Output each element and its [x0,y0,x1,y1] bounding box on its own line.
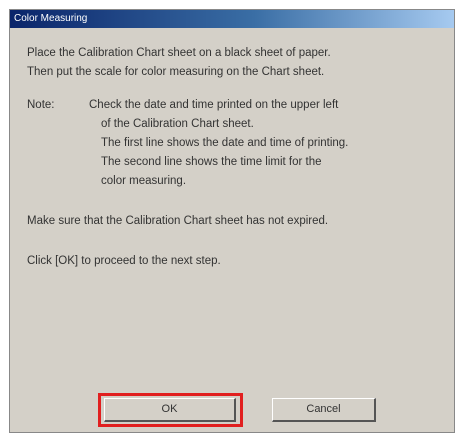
note-line-2: of the Calibration Chart sheet. [101,118,254,130]
instruction-line-1: Place the Calibration Chart sheet on a b… [27,47,331,59]
cancel-button[interactable]: Cancel [272,398,376,422]
note-block: Note: Check the date and time printed on… [27,96,444,191]
instruction-line-2: Then put the scale for color measuring o… [27,66,325,78]
note-text: Check the date and time printed on the u… [89,96,348,191]
note-line-5: color measuring. [101,175,187,187]
note-line-4: The second line shows the time limit for… [101,156,322,168]
note-label: Note: [27,99,55,111]
ok-button[interactable]: OK [104,398,236,422]
color-measuring-dialog: Color Measuring Place the Calibration Ch… [9,9,455,433]
dialog-content: Place the Calibration Chart sheet on a b… [27,44,444,271]
expiry-instruction: Make sure that the Calibration Chart she… [27,215,329,227]
note-line-3: The first line shows the date and time o… [101,137,349,149]
note-line-1: Check the date and time printed on the u… [89,99,339,111]
proceed-instruction: Click [OK] to proceed to the next step. [27,255,221,267]
window-title: Color Measuring [10,10,454,28]
